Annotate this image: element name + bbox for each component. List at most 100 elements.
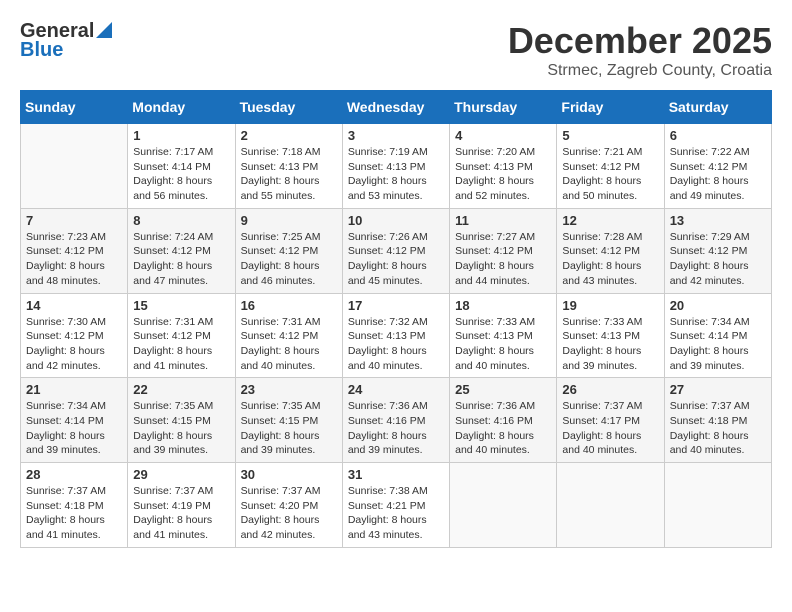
day-header-tuesday: Tuesday: [235, 91, 342, 124]
day-info: Sunrise: 7:34 AM Sunset: 4:14 PM Dayligh…: [26, 399, 122, 458]
day-info: Sunrise: 7:37 AM Sunset: 4:17 PM Dayligh…: [562, 399, 658, 458]
calendar-cell: 27 Sunrise: 7:37 AM Sunset: 4:18 PM Dayli…: [664, 378, 771, 463]
day-info: Sunrise: 7:33 AM Sunset: 4:13 PM Dayligh…: [562, 315, 658, 374]
day-number: 21: [26, 382, 122, 397]
day-info: Sunrise: 7:31 AM Sunset: 4:12 PM Dayligh…: [241, 315, 337, 374]
day-number: 16: [241, 298, 337, 313]
calendar-cell: 20 Sunrise: 7:34 AM Sunset: 4:14 PM Dayli…: [664, 293, 771, 378]
day-header-friday: Friday: [557, 91, 664, 124]
day-number: 3: [348, 128, 444, 143]
calendar-cell: 22 Sunrise: 7:35 AM Sunset: 4:15 PM Dayli…: [128, 378, 235, 463]
day-info: Sunrise: 7:37 AM Sunset: 4:18 PM Dayligh…: [670, 399, 766, 458]
day-number: 25: [455, 382, 551, 397]
day-number: 4: [455, 128, 551, 143]
calendar-cell: 5Sunrise: 7:21 AM Sunset: 4:12 PM Daylig…: [557, 124, 664, 209]
calendar-cell: 11Sunrise: 7:27 AM Sunset: 4:12 PM Dayli…: [450, 208, 557, 293]
calendar-cell: [450, 463, 557, 548]
day-number: 27: [670, 382, 766, 397]
day-number: 28: [26, 467, 122, 482]
day-number: 9: [241, 213, 337, 228]
calendar-table: SundayMondayTuesdayWednesdayThursdayFrid…: [20, 90, 772, 548]
title-section: December 2025 Strmec, Zagreb County, Cro…: [508, 20, 772, 80]
day-info: Sunrise: 7:22 AM Sunset: 4:12 PM Dayligh…: [670, 145, 766, 204]
calendar-cell: 25 Sunrise: 7:36 AM Sunset: 4:16 PM Dayli…: [450, 378, 557, 463]
calendar-cell: 26 Sunrise: 7:37 AM Sunset: 4:17 PM Dayli…: [557, 378, 664, 463]
calendar-cell: [21, 124, 128, 209]
day-info: Sunrise: 7:24 AM Sunset: 4:12 PM Dayligh…: [133, 230, 229, 289]
calendar-cell: 15 Sunrise: 7:31 AM Sunset: 4:12 PM Dayli…: [128, 293, 235, 378]
day-number: 19: [562, 298, 658, 313]
calendar-cell: 4 Sunrise: 7:20 AM Sunset: 4:13 PM Daylig…: [450, 124, 557, 209]
day-number: 17: [348, 298, 444, 313]
calendar-week-row: 14 Sunrise: 7:30 AM Sunset: 4:12 PM Dayli…: [21, 293, 772, 378]
calendar-week-row: 28Sunrise: 7:37 AM Sunset: 4:18 PM Dayli…: [21, 463, 772, 548]
day-number: 23: [241, 382, 337, 397]
day-header-wednesday: Wednesday: [342, 91, 449, 124]
calendar-cell: 19 Sunrise: 7:33 AM Sunset: 4:13 PM Dayli…: [557, 293, 664, 378]
calendar-cell: 24 Sunrise: 7:36 AM Sunset: 4:16 PM Dayli…: [342, 378, 449, 463]
day-info: Sunrise: 7:29 AM Sunset: 4:12 PM Dayligh…: [670, 230, 766, 289]
calendar-cell: 12Sunrise: 7:28 AM Sunset: 4:12 PM Dayli…: [557, 208, 664, 293]
calendar-cell: 13 Sunrise: 7:29 AM Sunset: 4:12 PM Dayli…: [664, 208, 771, 293]
day-info: Sunrise: 7:20 AM Sunset: 4:13 PM Dayligh…: [455, 145, 551, 204]
calendar-cell: 9 Sunrise: 7:25 AM Sunset: 4:12 PM Daylig…: [235, 208, 342, 293]
day-number: 22: [133, 382, 229, 397]
day-info: Sunrise: 7:30 AM Sunset: 4:12 PM Dayligh…: [26, 315, 122, 374]
calendar-cell: 16 Sunrise: 7:31 AM Sunset: 4:12 PM Dayli…: [235, 293, 342, 378]
day-number: 6: [670, 128, 766, 143]
day-info: Sunrise: 7:37 AM Sunset: 4:19 PM Dayligh…: [133, 484, 229, 543]
day-number: 30: [241, 467, 337, 482]
day-number: 14: [26, 298, 122, 313]
day-info: Sunrise: 7:23 AM Sunset: 4:12 PM Dayligh…: [26, 230, 122, 289]
day-number: 2: [241, 128, 337, 143]
day-number: 24: [348, 382, 444, 397]
day-number: 1: [133, 128, 229, 143]
location-title: Strmec, Zagreb County, Croatia: [508, 62, 772, 80]
calendar-cell: 8Sunrise: 7:24 AM Sunset: 4:12 PM Daylig…: [128, 208, 235, 293]
calendar-cell: 29 Sunrise: 7:37 AM Sunset: 4:19 PM Dayli…: [128, 463, 235, 548]
calendar-cell: 10Sunrise: 7:26 AM Sunset: 4:12 PM Dayli…: [342, 208, 449, 293]
day-info: Sunrise: 7:35 AM Sunset: 4:15 PM Dayligh…: [241, 399, 337, 458]
day-number: 12: [562, 213, 658, 228]
day-info: Sunrise: 7:31 AM Sunset: 4:12 PM Dayligh…: [133, 315, 229, 374]
day-number: 29: [133, 467, 229, 482]
day-number: 26: [562, 382, 658, 397]
calendar-cell: 1 Sunrise: 7:17 AM Sunset: 4:14 PM Daylig…: [128, 124, 235, 209]
day-header-sunday: Sunday: [21, 91, 128, 124]
day-info: Sunrise: 7:36 AM Sunset: 4:16 PM Dayligh…: [348, 399, 444, 458]
logo-blue-text: Blue: [20, 39, 63, 62]
calendar-cell: 2 Sunrise: 7:18 AM Sunset: 4:13 PM Daylig…: [235, 124, 342, 209]
day-number: 15: [133, 298, 229, 313]
day-info: Sunrise: 7:25 AM Sunset: 4:12 PM Dayligh…: [241, 230, 337, 289]
calendar-cell: 6 Sunrise: 7:22 AM Sunset: 4:12 PM Daylig…: [664, 124, 771, 209]
day-info: Sunrise: 7:33 AM Sunset: 4:13 PM Dayligh…: [455, 315, 551, 374]
day-info: Sunrise: 7:34 AM Sunset: 4:14 PM Dayligh…: [670, 315, 766, 374]
calendar-cell: 21 Sunrise: 7:34 AM Sunset: 4:14 PM Dayli…: [21, 378, 128, 463]
calendar-cell: 7Sunrise: 7:23 AM Sunset: 4:12 PM Daylig…: [21, 208, 128, 293]
day-number: 18: [455, 298, 551, 313]
calendar-cell: 17 Sunrise: 7:32 AM Sunset: 4:13 PM Dayli…: [342, 293, 449, 378]
day-info: Sunrise: 7:35 AM Sunset: 4:15 PM Dayligh…: [133, 399, 229, 458]
day-header-monday: Monday: [128, 91, 235, 124]
day-info: Sunrise: 7:38 AM Sunset: 4:21 PM Dayligh…: [348, 484, 444, 543]
day-info: Sunrise: 7:32 AM Sunset: 4:13 PM Dayligh…: [348, 315, 444, 374]
day-info: Sunrise: 7:18 AM Sunset: 4:13 PM Dayligh…: [241, 145, 337, 204]
calendar-cell: 31Sunrise: 7:38 AM Sunset: 4:21 PM Dayli…: [342, 463, 449, 548]
calendar-cell: [664, 463, 771, 548]
calendar-cell: 18 Sunrise: 7:33 AM Sunset: 4:13 PM Dayli…: [450, 293, 557, 378]
page-header: General Blue December 2025 Strmec, Zagre…: [20, 20, 772, 80]
calendar-cell: [557, 463, 664, 548]
day-header-saturday: Saturday: [664, 91, 771, 124]
calendar-week-row: 21 Sunrise: 7:34 AM Sunset: 4:14 PM Dayli…: [21, 378, 772, 463]
calendar-cell: 28Sunrise: 7:37 AM Sunset: 4:18 PM Dayli…: [21, 463, 128, 548]
day-number: 10: [348, 213, 444, 228]
calendar-cell: 23 Sunrise: 7:35 AM Sunset: 4:15 PM Dayli…: [235, 378, 342, 463]
day-info: Sunrise: 7:19 AM Sunset: 4:13 PM Dayligh…: [348, 145, 444, 204]
month-title: December 2025: [508, 20, 772, 62]
day-info: Sunrise: 7:17 AM Sunset: 4:14 PM Dayligh…: [133, 145, 229, 204]
day-number: 13: [670, 213, 766, 228]
calendar-week-row: 7Sunrise: 7:23 AM Sunset: 4:12 PM Daylig…: [21, 208, 772, 293]
day-number: 20: [670, 298, 766, 313]
day-info: Sunrise: 7:36 AM Sunset: 4:16 PM Dayligh…: [455, 399, 551, 458]
calendar-cell: 14 Sunrise: 7:30 AM Sunset: 4:12 PM Dayli…: [21, 293, 128, 378]
